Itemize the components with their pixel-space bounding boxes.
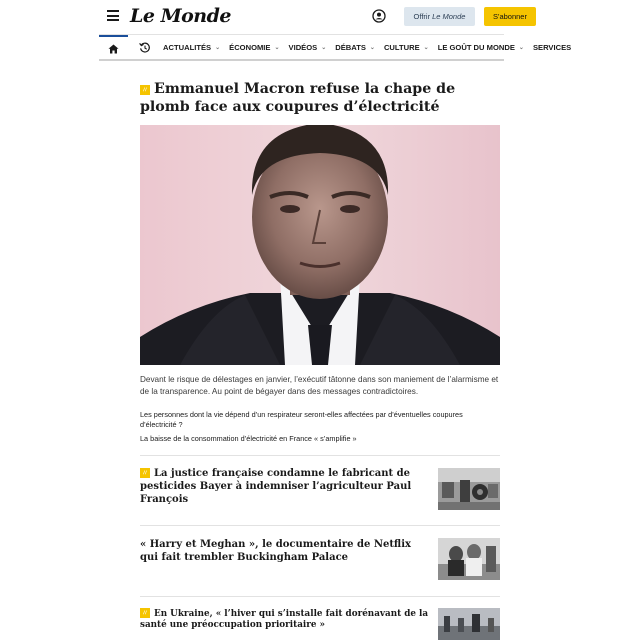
chevron-down-icon: ⌄ [215, 45, 221, 51]
home-icon[interactable] [99, 35, 128, 60]
chevron-down-icon: ⌄ [321, 45, 327, 51]
related-link[interactable]: La baisse de la consommation d’électrici… [140, 434, 500, 444]
nav-item-label: SERVICES [532, 43, 572, 52]
site-logo[interactable]: Le Monde [130, 5, 231, 27]
menu-icon[interactable] [107, 10, 119, 21]
story-title: La justice française condamne le fabrica… [140, 468, 412, 505]
lead-summary: Devant le risque de délestages en janvie… [140, 375, 499, 396]
offer-brand: Le Monde [432, 12, 466, 21]
chevron-down-icon: ⌄ [369, 45, 375, 51]
nav-item-label: ACTUALITÉS [163, 43, 212, 52]
main-nav: ACTUALITÉS ⌄ ÉCONOMIE ⌄ VIDÉOS ⌄ DÉBATS ⌄ CULTUR… [99, 34, 571, 61]
story-link[interactable]: //En Ukraine, « l’hiver qui s’installe f… [140, 608, 430, 631]
account-icon[interactable] [372, 9, 386, 23]
nav-item-label: DÉBATS [335, 43, 366, 52]
nav-item-label: ÉCONOMIE [229, 43, 271, 52]
chevron-down-icon: ⌄ [423, 45, 429, 51]
divider [140, 596, 500, 597]
story-thumbnail[interactable] [438, 608, 500, 640]
nav-item[interactable]: ÉCONOMIE ⌄ [229, 43, 279, 52]
top-bar: Le Monde Offrir Le Monde S'abonner [0, 0, 640, 34]
nav-item[interactable]: LE GOÛT DU MONDE ⌄ [438, 43, 524, 52]
live-badge: // [140, 85, 150, 95]
history-icon[interactable] [135, 35, 155, 60]
offer-button[interactable]: Offrir Le Monde [404, 7, 475, 26]
nav-item-label: VIDÉOS [288, 43, 318, 52]
chevron-down-icon: ⌄ [518, 45, 524, 51]
nav-item-label: CULTURE [383, 43, 420, 52]
divider [140, 455, 500, 456]
nav-item[interactable]: CULTURE ⌄ [384, 43, 429, 52]
live-badge: // [140, 608, 150, 618]
lead-headline-text: Emmanuel Macron refuse la chape de plomb… [140, 81, 456, 115]
nav-item[interactable]: ACTUALITÉS ⌄ [163, 43, 220, 52]
story-link[interactable]: « Harry et Meghan », le documentaire de … [140, 538, 430, 564]
story-thumbnail[interactable] [438, 468, 500, 510]
story-link[interactable]: //La justice française condamne le fabri… [140, 467, 430, 506]
live-badge: // [140, 468, 150, 478]
subscribe-button[interactable]: S'abonner [484, 7, 536, 26]
nav-item[interactable]: DÉBATS ⌄ [335, 43, 375, 52]
related-link[interactable]: Les personnes dont la vie dépend d’un re… [140, 410, 500, 430]
story-title: En Ukraine, « l’hiver qui s’installe fai… [140, 609, 429, 630]
offer-label: Offrir [413, 12, 431, 21]
nav-item-label: LE GOÛT DU MONDE [437, 43, 515, 52]
divider [140, 525, 500, 526]
lead-photo[interactable] [140, 125, 500, 365]
nav-item[interactable]: SERVICES [533, 43, 571, 52]
lead-headline[interactable]: //Emmanuel Macron refuse la chape de plo… [140, 80, 500, 116]
chevron-down-icon: ⌄ [274, 45, 280, 51]
nav-items: ACTUALITÉS ⌄ ÉCONOMIE ⌄ VIDÉOS ⌄ DÉBATS ⌄ CULTUR… [163, 35, 580, 60]
story-thumbnail[interactable] [438, 538, 500, 580]
nav-item[interactable]: VIDÉOS ⌄ [289, 43, 327, 52]
story-title: « Harry et Meghan », le documentaire de … [140, 539, 411, 563]
